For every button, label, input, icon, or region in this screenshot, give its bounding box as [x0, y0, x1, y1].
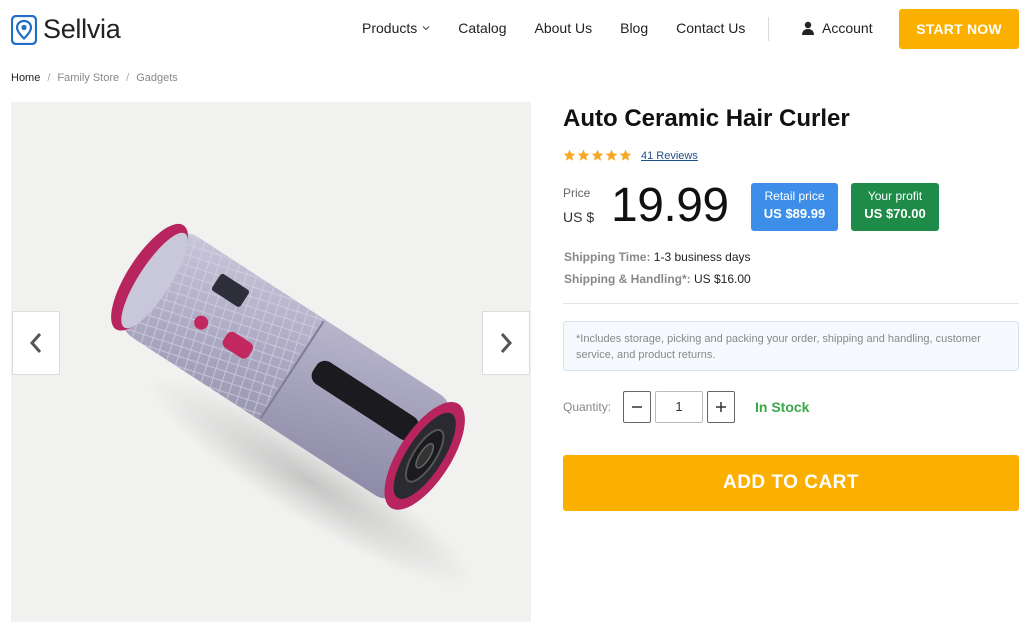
location-pin-logo-icon: [11, 14, 37, 45]
shipping-handling: Shipping & Handling*: US $16.00: [564, 272, 751, 286]
quantity-label: Quantity:: [563, 400, 612, 414]
logo[interactable]: Sellvia: [11, 14, 121, 45]
star-icon: [577, 149, 590, 161]
shipping-handling-label: Shipping & Handling*:: [564, 272, 691, 286]
breadcrumb-family-store[interactable]: Family Store: [57, 72, 119, 84]
price-currency: US $: [563, 209, 595, 225]
nav-contact-us[interactable]: Contact Us: [676, 20, 745, 36]
divider: [563, 303, 1019, 304]
gallery-next-button[interactable]: [482, 311, 530, 375]
shipping-time: Shipping Time: 1-3 business days: [564, 250, 751, 264]
nav-products[interactable]: Products: [362, 20, 430, 36]
breadcrumb-separator: /: [47, 72, 51, 84]
product-title: Auto Ceramic Hair Curler: [563, 105, 850, 132]
profit-label: Your profit: [867, 189, 923, 203]
star-icon: [605, 149, 618, 161]
reviews-link[interactable]: 41 Reviews: [641, 150, 698, 162]
nav-blog-label: Blog: [620, 20, 649, 36]
gallery-prev-button[interactable]: [12, 311, 60, 375]
price-label: Price: [563, 186, 591, 200]
quantity-input[interactable]: 1: [655, 391, 703, 423]
nav-about-us[interactable]: About Us: [535, 20, 593, 36]
site-header: Sellvia Products Catalog About Us Blog C…: [0, 0, 1035, 58]
profit-value: US $70.00: [864, 206, 926, 221]
hair-curler-product-image: [111, 223, 474, 588]
main-nav: Products Catalog About Us Blog Contact U…: [362, 20, 773, 36]
nav-contact-label: Contact Us: [676, 20, 746, 36]
minus-icon: [632, 406, 642, 408]
star-icon: [591, 149, 604, 161]
product-image-gallery: [11, 102, 531, 622]
star-icon: [619, 149, 632, 161]
shipping-time-value: 1-3 business days: [653, 250, 751, 264]
breadcrumb: Home / Family Store / Gadgets: [11, 72, 178, 84]
nav-products-label: Products: [362, 20, 418, 36]
profit-badge: Your profit US $70.00: [851, 183, 939, 231]
start-now-button[interactable]: START NOW: [899, 9, 1019, 49]
quantity-increase-button[interactable]: [707, 391, 735, 423]
chevron-right-icon: [500, 333, 513, 353]
nav-about-label: About Us: [534, 20, 593, 36]
star-icon: [563, 149, 576, 161]
account-label: Account: [822, 20, 873, 36]
retail-price-value: US $89.99: [763, 206, 826, 221]
account-link[interactable]: Account: [801, 20, 873, 36]
add-to-cart-button[interactable]: ADD TO CART: [563, 455, 1019, 511]
product-rating: 41 Reviews: [563, 149, 698, 162]
user-icon: [802, 21, 814, 35]
breadcrumb-gadgets[interactable]: Gadgets: [136, 72, 178, 84]
price-value: 19.99: [611, 179, 729, 232]
chevron-down-icon: [422, 26, 430, 31]
retail-price-badge: Retail price US $89.99: [751, 183, 838, 231]
quantity-decrease-button[interactable]: [623, 391, 651, 423]
shipping-handling-value: US $16.00: [694, 272, 751, 286]
breadcrumb-home[interactable]: Home: [11, 72, 40, 84]
stock-status: In Stock: [755, 399, 810, 415]
nav-catalog[interactable]: Catalog: [458, 20, 506, 36]
shipping-time-label: Shipping Time:: [564, 250, 651, 264]
chevron-left-icon: [29, 333, 42, 353]
breadcrumb-separator: /: [126, 72, 130, 84]
logo-text: Sellvia: [43, 14, 121, 44]
retail-price-label: Retail price: [764, 189, 825, 203]
shipping-notice: *Includes storage, picking and packing y…: [563, 321, 1019, 371]
nav-catalog-label: Catalog: [458, 20, 507, 36]
nav-blog[interactable]: Blog: [620, 20, 648, 36]
plus-icon: [716, 402, 726, 412]
nav-divider: [768, 17, 769, 41]
